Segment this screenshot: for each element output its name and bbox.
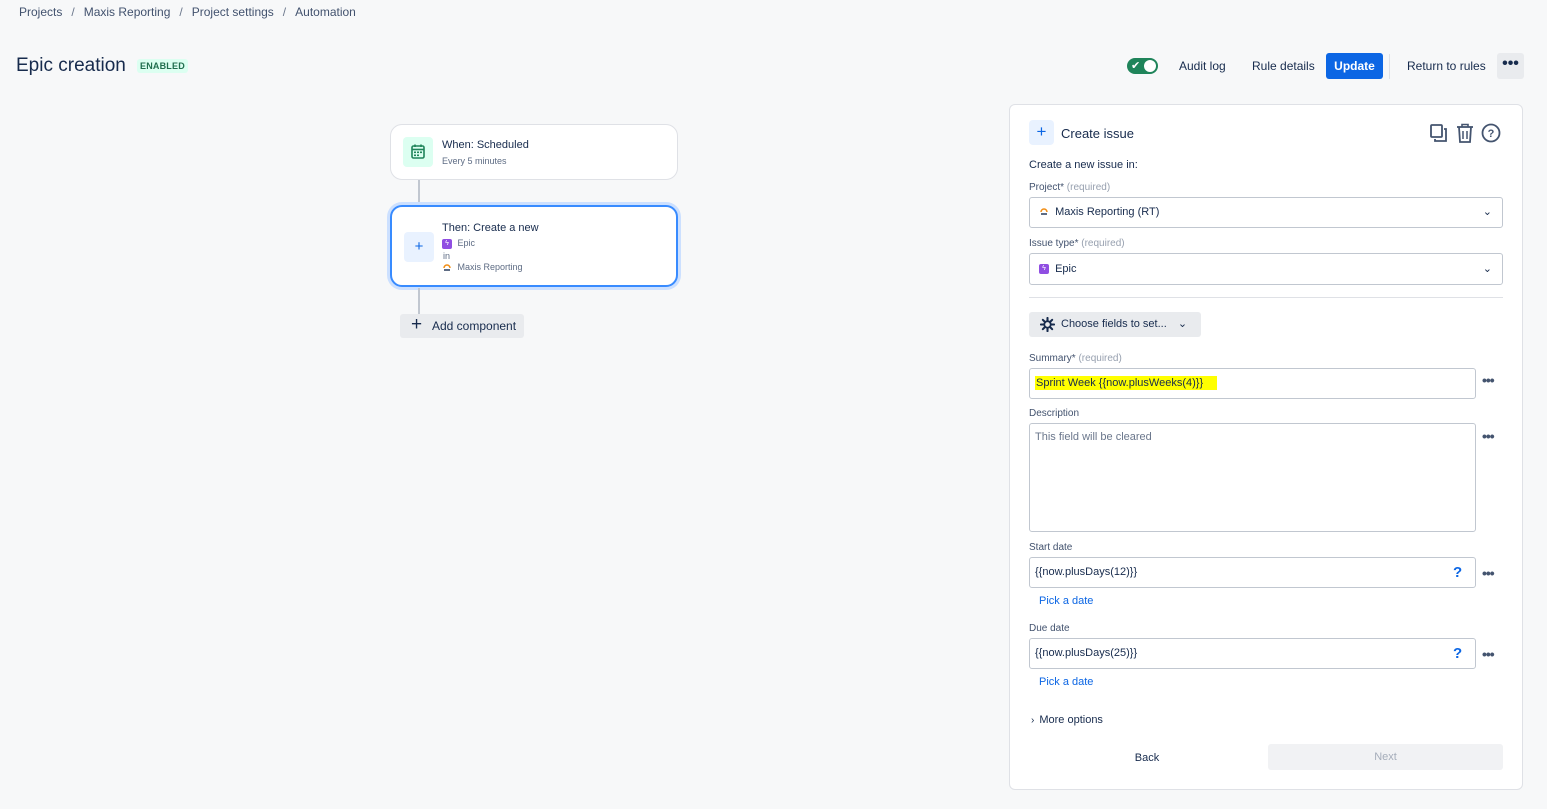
status-badge: ENABLED (137, 59, 188, 73)
chevron-down-icon: ⌄ (1482, 263, 1492, 275)
issue-type-label: Issue type* (required) (1029, 238, 1125, 249)
epic-icon: ϟ (442, 238, 452, 249)
calendar-icon (403, 137, 433, 167)
section-divider (1029, 297, 1503, 298)
due-date-pick-link[interactable]: Pick a date (1039, 676, 1093, 688)
rule-details-button[interactable]: Rule details (1246, 53, 1321, 79)
breadcrumb: Projects / Maxis Reporting / Project set… (19, 5, 356, 19)
project-avatar-icon (1040, 208, 1048, 216)
issue-type-select-value: Epic (1055, 263, 1077, 275)
description-placeholder: This field will be cleared (1035, 431, 1152, 443)
project-select-value: Maxis Reporting (RT) (1055, 206, 1160, 218)
breadcrumb-automation[interactable]: Automation (295, 5, 356, 19)
breadcrumb-maxis-reporting[interactable]: Maxis Reporting (84, 5, 171, 19)
gear-icon (1040, 317, 1055, 332)
trigger-card[interactable]: When: Scheduled Every 5 minutes (390, 124, 678, 180)
help-icon[interactable]: ? (1453, 558, 1462, 587)
breadcrumb-separator: / (282, 5, 287, 19)
project-label-text: Project (1029, 182, 1061, 193)
breadcrumb-separator: / (179, 5, 183, 19)
toggle-knob (1144, 60, 1156, 72)
start-date-label: Start date (1029, 542, 1073, 553)
add-component-label: Add component (432, 319, 517, 333)
flow-connector (418, 180, 420, 205)
audit-log-button[interactable]: Audit log (1173, 53, 1232, 79)
plus-icon: + (404, 232, 434, 262)
breadcrumb-projects[interactable]: Projects (19, 5, 62, 19)
action-in-label: in (443, 251, 451, 261)
description-textarea[interactable]: This field will be cleared (1029, 423, 1476, 532)
action-card[interactable]: + Then: Create a new ϟ Epic in Maxis Rep… (390, 205, 678, 287)
panel-intro: Create a new issue in: (1029, 159, 1138, 171)
action-project-label: Maxis Reporting (457, 262, 523, 272)
start-date-input[interactable]: {{now.plusDays(12)}} ? (1029, 557, 1476, 588)
add-component-button[interactable]: + Add component (400, 314, 524, 338)
return-to-rules-button[interactable]: Return to rules (1401, 53, 1492, 79)
trigger-subtitle: Every 5 minutes (442, 156, 507, 166)
action-issue-type-label: Epic (457, 238, 476, 248)
plus-icon: + (1029, 120, 1054, 145)
more-options-toggle[interactable]: › More options (1031, 714, 1103, 726)
epic-icon: ϟ (1039, 264, 1049, 275)
flow-connector (418, 288, 420, 314)
chevron-down-icon: ⌄ (1177, 318, 1188, 330)
check-icon: ✔ (1131, 60, 1141, 72)
issue-type-label-text: Issue type (1029, 238, 1075, 249)
description-more-icon[interactable]: ••• (1482, 428, 1495, 444)
help-icon[interactable]: ? (1480, 122, 1502, 144)
summary-more-icon[interactable]: ••• (1482, 372, 1495, 388)
svg-text:?: ? (1488, 128, 1495, 140)
due-date-value: {{now.plusDays(25)}} (1035, 647, 1138, 659)
chevron-right-icon: › (1031, 715, 1035, 726)
required-hint: (required) (1081, 238, 1125, 249)
summary-label-text: Summary (1029, 353, 1072, 364)
chevron-down-icon: ⌄ (1482, 206, 1492, 218)
choose-fields-label: Choose fields to set... (1061, 318, 1167, 330)
rule-enabled-toggle[interactable]: ✔ (1127, 58, 1158, 74)
action-title: Then: Create a new (442, 222, 539, 234)
breadcrumb-separator: / (71, 5, 75, 19)
update-button[interactable]: Update (1326, 53, 1383, 79)
plus-icon: + (411, 314, 423, 335)
trigger-title: When: Scheduled (442, 139, 529, 151)
more-actions-button[interactable]: ••• (1497, 53, 1524, 79)
description-label: Description (1029, 408, 1080, 419)
action-project: Maxis Reporting (442, 262, 523, 273)
project-select[interactable]: Maxis Reporting (RT) ⌄ (1029, 197, 1503, 228)
panel-title: Create issue (1061, 126, 1134, 141)
issue-type-select[interactable]: ϟ Epic ⌄ (1029, 253, 1503, 285)
summary-input-value: Sprint Week {{now.plusWeeks(4)}} (1035, 376, 1218, 390)
duplicate-icon[interactable] (1428, 122, 1450, 144)
back-button[interactable]: Back (1115, 746, 1179, 770)
choose-fields-button[interactable]: Choose fields to set... ⌄ (1029, 312, 1201, 337)
action-issue-type: ϟ Epic (442, 238, 475, 249)
page-title: Epic creation (16, 55, 126, 76)
project-label: Project* (required) (1029, 182, 1111, 193)
summary-input[interactable]: Sprint Week {{now.plusWeeks(4)}} (1029, 368, 1476, 399)
start-date-pick-link[interactable]: Pick a date (1039, 595, 1093, 607)
more-options-label: More options (1039, 714, 1103, 726)
next-button[interactable]: Next (1268, 744, 1503, 770)
start-date-value: {{now.plusDays(12)}} (1035, 566, 1138, 578)
more-icon: ••• (1502, 55, 1519, 72)
delete-icon[interactable] (1454, 122, 1476, 144)
required-hint: (required) (1066, 182, 1111, 193)
start-date-more-icon[interactable]: ••• (1482, 565, 1495, 581)
breadcrumb-project-settings[interactable]: Project settings (192, 5, 274, 19)
project-avatar-icon (443, 263, 451, 271)
help-icon[interactable]: ? (1453, 639, 1462, 668)
due-date-label: Due date (1029, 623, 1070, 634)
summary-label: Summary* (required) (1029, 353, 1122, 364)
due-date-input[interactable]: {{now.plusDays(25)}} ? (1029, 638, 1476, 669)
due-date-more-icon[interactable]: ••• (1482, 646, 1495, 662)
required-hint: (required) (1078, 353, 1122, 364)
header-divider (1389, 54, 1390, 79)
